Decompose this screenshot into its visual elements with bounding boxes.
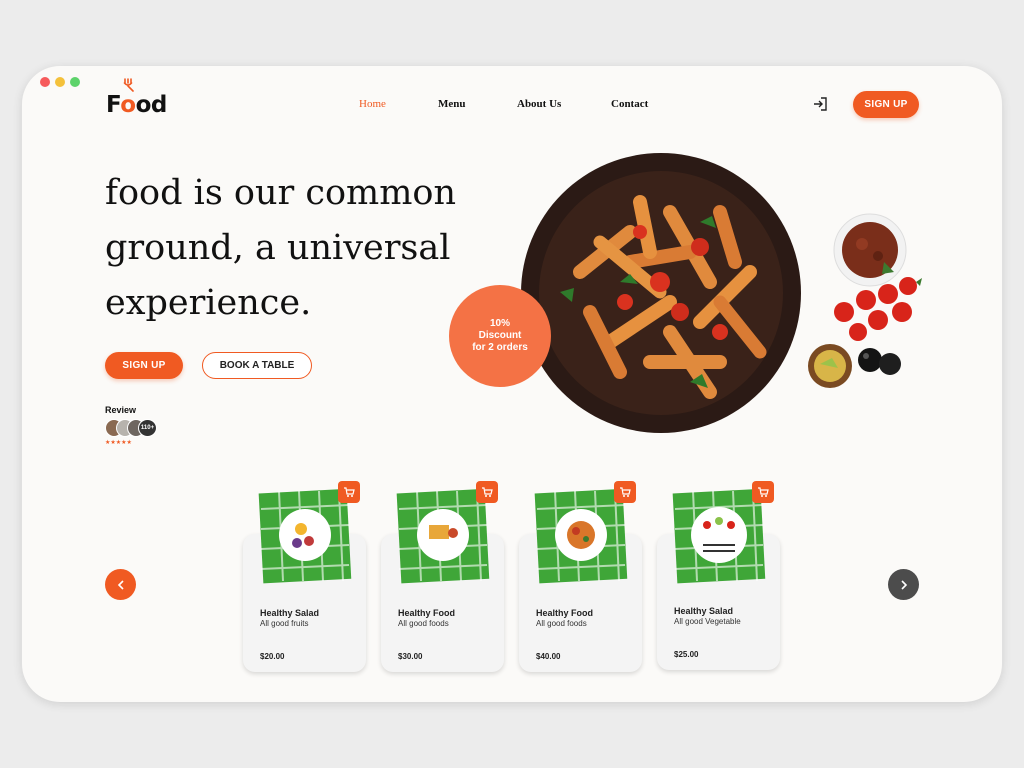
review-label: Review: [105, 405, 137, 415]
product-card[interactable]: Healthy Salad All good fruits $20.00: [243, 481, 366, 672]
book-table-button[interactable]: BOOK A TABLE: [202, 352, 312, 379]
nav-home[interactable]: Home: [359, 98, 386, 110]
card-subtitle: All good foods: [536, 619, 587, 628]
nav-menu[interactable]: Menu: [438, 98, 466, 110]
tomatoes-image: [834, 277, 922, 341]
nav-about-us[interactable]: About Us: [517, 98, 561, 110]
discount-percent: 10%: [489, 318, 510, 329]
nav-contact[interactable]: Contact: [611, 98, 648, 110]
card-title: Healthy Food: [536, 608, 594, 618]
brand-logo[interactable]: Food: [106, 78, 168, 118]
chevron-right-icon: [900, 579, 907, 590]
pasta-plate-image: [521, 153, 801, 433]
browser-window: Food Home Menu About Us Contact SIGN UP …: [22, 66, 1002, 702]
close-dot[interactable]: [40, 77, 50, 87]
logo-letters-rest: od: [135, 92, 168, 118]
hero-title: food is our common ground, a universal e…: [105, 173, 457, 323]
card-price: $20.00: [260, 652, 285, 661]
logo-letter-o: o: [120, 92, 136, 118]
card-title: Healthy Salad: [260, 608, 320, 618]
cart-icon: [482, 487, 493, 497]
card-subtitle: All good Vegetable: [674, 617, 741, 626]
carousel-prev-button[interactable]: [105, 569, 136, 600]
hero-signup-button[interactable]: SIGN UP: [105, 352, 183, 379]
add-to-cart-button[interactable]: [752, 481, 774, 503]
window-controls: [40, 77, 80, 87]
minimize-dot[interactable]: [55, 77, 65, 87]
card-price: $40.00: [536, 652, 561, 661]
add-to-cart-button[interactable]: [614, 481, 636, 503]
card-title: Healthy Salad: [674, 606, 734, 616]
card-subtitle: All good fruits: [260, 619, 309, 628]
add-to-cart-button[interactable]: [476, 481, 498, 503]
card-subtitle: All good foods: [398, 619, 449, 628]
small-bowl-image: [808, 344, 852, 388]
discount-badge[interactable]: 10% Discount for 2 orders: [449, 285, 551, 387]
cart-icon: [758, 487, 769, 497]
review-avatars[interactable]: 110+: [105, 419, 165, 437]
login-icon[interactable]: [812, 96, 828, 112]
cart-icon: [620, 487, 631, 497]
discount-label: Discount: [478, 330, 522, 341]
product-card[interactable]: Healthy Food All good foods $30.00: [381, 481, 504, 672]
card-price: $30.00: [398, 652, 423, 661]
card-title: Healthy Food: [398, 608, 456, 618]
carousel-next-button[interactable]: [888, 569, 919, 600]
product-card[interactable]: Healthy Food All good foods $40.00: [519, 481, 642, 672]
healthy-food-image: [534, 489, 628, 584]
review-count-badge: 110+: [138, 419, 157, 437]
chevron-left-icon: [117, 579, 124, 590]
olives-image: [858, 348, 901, 375]
healthy-food-image: [396, 489, 490, 584]
rating-stars: ★★★★★: [105, 440, 132, 446]
product-card[interactable]: Healthy Salad All good Vegetable $25.00: [657, 481, 780, 670]
healthy-salad-image: [258, 489, 352, 584]
fork-icon: [123, 78, 134, 92]
maximize-dot[interactable]: [70, 77, 80, 87]
discount-condition: for 2 orders: [472, 342, 528, 353]
healthy-salad-image: [672, 489, 766, 584]
cart-icon: [344, 487, 355, 497]
logo-letter-f: F: [106, 92, 121, 118]
signup-button[interactable]: SIGN UP: [853, 91, 919, 118]
card-price: $25.00: [674, 650, 699, 659]
add-to-cart-button[interactable]: [338, 481, 360, 503]
